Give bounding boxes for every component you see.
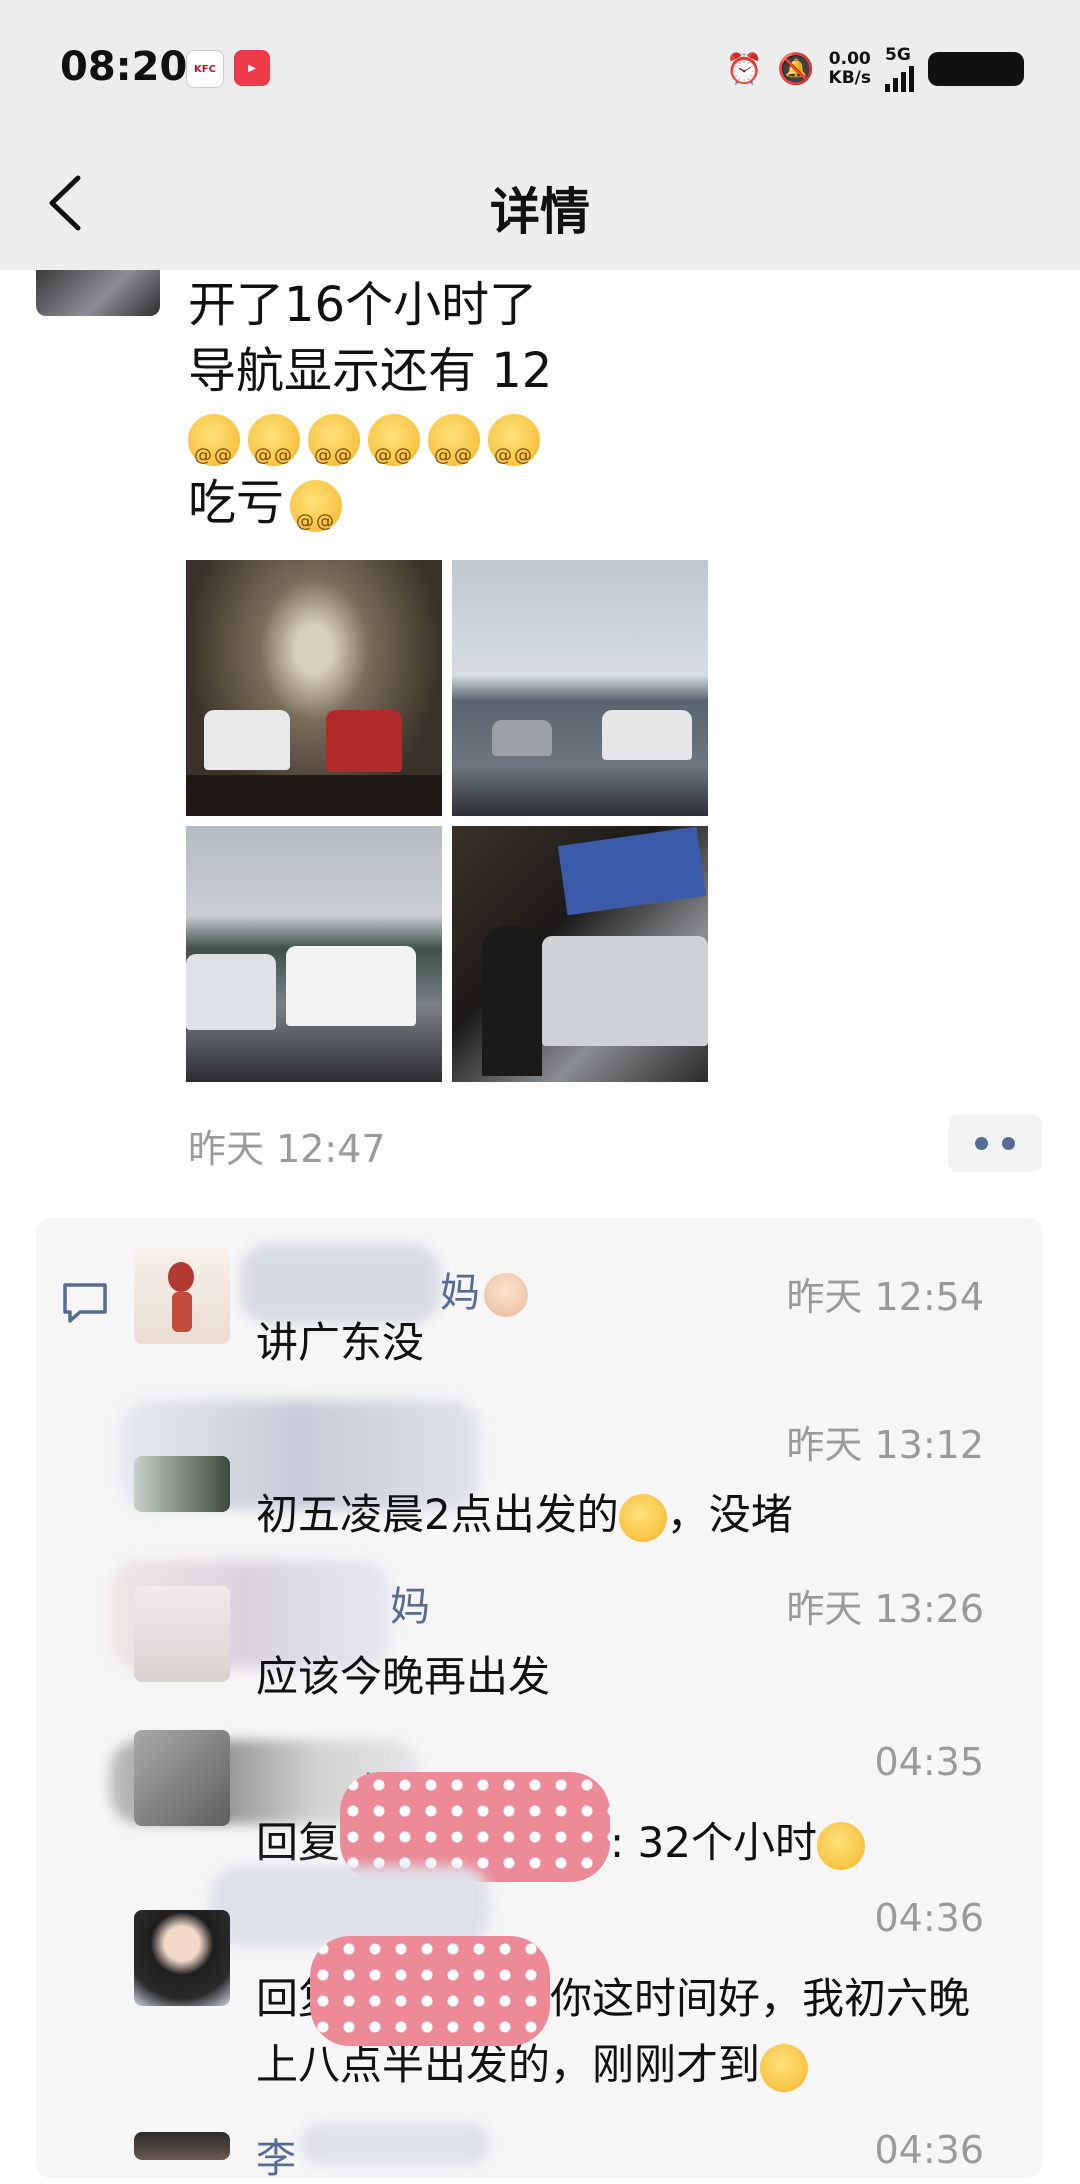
redacted-hearts-sticker <box>310 1936 550 2046</box>
net-speed-value: 0.00 <box>828 49 871 69</box>
comment-time: 04:36 <box>874 1896 984 1940</box>
commenter-avatar[interactable] <box>134 1586 230 1682</box>
comment-bubble-icon <box>63 1283 107 1323</box>
post-timestamp: 昨天 12:47 <box>188 1127 386 1171</box>
comment-text: 应该今晚再出发 <box>256 1652 551 1701</box>
comment-text-suffix: ，没堵 <box>666 1490 793 1539</box>
comment-text: 初五凌晨2点出发的 ，没堵 <box>256 1482 793 1548</box>
woman-emoji-icon <box>484 1273 528 1317</box>
dizzy-emoji-icon <box>248 414 300 489</box>
commenter-name: 李 <box>256 2136 296 2182</box>
kfc-app-icon: KFC <box>186 50 224 88</box>
notification-icons: KFC ▶ <box>186 50 270 88</box>
thinking-emoji-icon <box>618 1493 667 1542</box>
commenter-avatar[interactable] <box>134 1248 230 1344</box>
commenter-avatar[interactable] <box>134 1730 230 1826</box>
comment-time: 04:36 <box>874 2128 984 2172</box>
dizzy-emoji-icon <box>488 414 540 489</box>
commenter-avatar[interactable] <box>134 1456 230 1512</box>
signal-bars-icon <box>885 64 914 92</box>
commenter-avatar[interactable] <box>134 2132 230 2160</box>
comment-time: 昨天 13:26 <box>786 1587 984 1631</box>
crying-emoji-icon <box>816 1821 865 1870</box>
title-bar: 详情 <box>0 140 1080 270</box>
author-avatar[interactable] <box>36 270 160 316</box>
photo-highway-jam[interactable] <box>452 560 708 816</box>
comment-text: 讲广东没 <box>256 1318 425 1367</box>
photo-police-car[interactable] <box>186 826 442 1082</box>
commenter-avatar[interactable] <box>134 1910 230 2006</box>
photo-tunnel-traffic[interactable] <box>186 560 442 816</box>
comment-time: 昨天 12:54 <box>786 1275 984 1319</box>
alarm-icon: ⏰ <box>725 51 764 87</box>
reply-prefix: 回复 <box>256 1818 341 1867</box>
dizzy-emoji-icon <box>368 414 420 489</box>
battery-icon <box>928 52 1024 86</box>
redacted-name-blur <box>300 2124 490 2164</box>
post-line-1: 开了16个小时了 <box>188 277 538 333</box>
post-line-2: 导航显示还有 12 <box>188 343 553 399</box>
redacted-name-blur <box>210 1866 490 1946</box>
status-time: 08:20 <box>60 44 188 90</box>
net-speed-unit: KB/s <box>828 68 871 88</box>
comment-text-main: : 32个小时 <box>610 1818 817 1867</box>
dizzy-emoji-icon <box>188 414 240 489</box>
status-right: ⏰ 🔕 0.00 KB/s 5G <box>726 46 1024 92</box>
dizzy-emoji-icon <box>308 414 360 489</box>
comment-text-line-2: 上八点半出发的，刚刚才到 <box>256 2040 761 2089</box>
commenter-name: 妈 <box>390 1584 430 1630</box>
crying-emoji-icon <box>760 2043 809 2092</box>
net-speed: 0.00 KB/s <box>829 50 871 88</box>
comment-time: 04:35 <box>874 1740 984 1784</box>
page-title: 详情 <box>490 183 590 241</box>
dizzy-emoji-row <box>188 404 552 489</box>
photo-night-roadside[interactable] <box>452 826 708 1082</box>
status-bar: 08:20 KFC ▶ ⏰ 🔕 0.00 KB/s 5G <box>0 0 1080 140</box>
post-text: 开了16个小时了 导航显示还有 12 吃亏 <box>188 272 553 555</box>
video-app-icon: ▶ <box>234 50 270 86</box>
network-type: 5G <box>885 45 911 65</box>
more-actions-button[interactable] <box>948 1114 1042 1172</box>
comment-text-line-1: 你这时间好，我初六晚 <box>550 1974 971 2023</box>
shush-emoji-icon <box>290 480 343 555</box>
cell-signal: 5G <box>885 46 914 92</box>
comment-text-main: 初五凌晨2点出发的 <box>256 1490 619 1539</box>
photo-grid <box>186 560 710 1084</box>
mute-bell-icon: 🔕 <box>777 51 815 87</box>
commenter-name: 妈 <box>440 1260 528 1318</box>
dizzy-emoji-icon <box>428 414 480 489</box>
comment-time: 昨天 13:12 <box>786 1423 984 1467</box>
